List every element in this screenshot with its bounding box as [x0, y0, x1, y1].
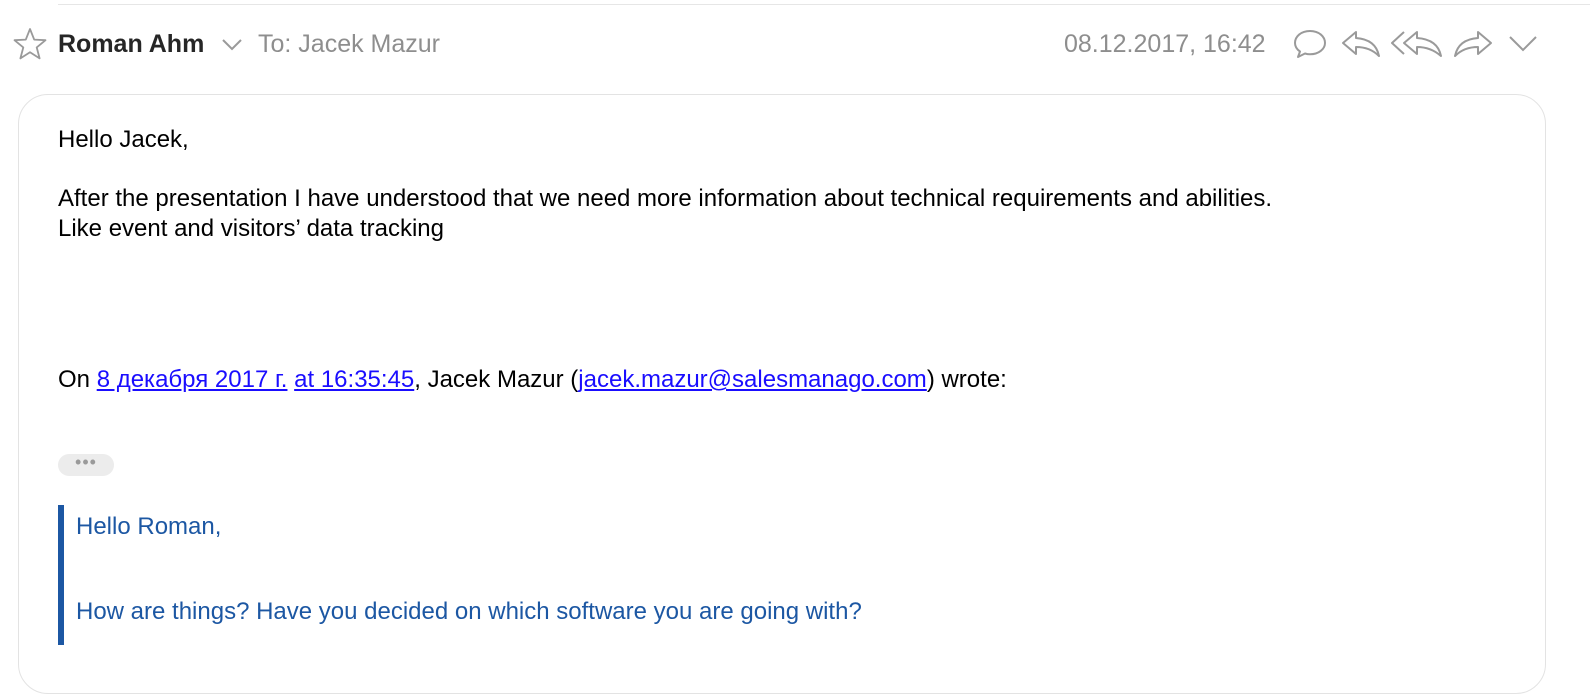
- reply-icon[interactable]: [1340, 26, 1382, 60]
- star-icon[interactable]: [12, 26, 48, 62]
- chevron-down-icon[interactable]: [1506, 26, 1540, 60]
- show-quoted-button[interactable]: •••: [58, 453, 114, 476]
- message-header: Roman Ahm To: Jacek Mazur 08.12.2017, 16…: [0, 20, 1590, 70]
- quote-bar: [58, 505, 64, 645]
- reply-all-icon[interactable]: [1390, 26, 1444, 60]
- message-date: 08.12.2017, 16:42: [1064, 30, 1266, 58]
- attribution-prefix: On: [58, 366, 97, 393]
- attribution-suffix: ) wrote:: [926, 366, 1007, 393]
- quoted-line: How are things? Have you decided on whic…: [76, 598, 862, 625]
- message-greeting: Hello Jacek,: [58, 126, 189, 153]
- email-link[interactable]: jacek.mazur@salesmanago.com: [578, 366, 927, 393]
- date-link[interactable]: 8 декабря 2017 г.: [97, 366, 288, 393]
- chevron-down-icon[interactable]: [220, 34, 244, 54]
- comment-icon[interactable]: [1292, 26, 1328, 60]
- attribution-middle: , Jacek Mazur (: [414, 366, 579, 393]
- sender-name[interactable]: Roman Ahm: [58, 30, 204, 59]
- recipient-field[interactable]: To: Jacek Mazur: [258, 30, 440, 59]
- top-divider: [58, 4, 1590, 5]
- reply-attribution: On 8 декабря 2017 г. at 16:35:45, Jacek …: [58, 366, 1007, 394]
- time-link[interactable]: at 16:35:45: [294, 366, 414, 393]
- forward-icon[interactable]: [1452, 26, 1494, 60]
- quoted-greeting: Hello Roman,: [76, 513, 222, 540]
- message-line: Like event and visitors’ data tracking: [58, 215, 444, 242]
- message-line: After the presentation I have understood…: [58, 185, 1273, 212]
